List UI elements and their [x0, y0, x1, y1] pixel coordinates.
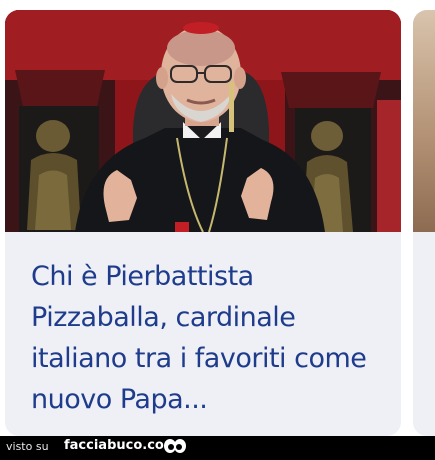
article-headline[interactable]: Chi è Pierbattista Pizzaballa, cardinale…	[31, 256, 381, 420]
article-photo[interactable]	[5, 10, 401, 232]
news-card[interactable]: Chi è Pierbattista Pizzaballa, cardinale…	[5, 10, 401, 436]
cardinal-portrait-photo	[5, 10, 401, 232]
eyes-logo-icon	[164, 439, 186, 453]
watermark-bar: visto su facciabuco.com	[0, 436, 435, 460]
site-name: facciabuco.com	[64, 438, 178, 453]
next-card-preview[interactable]	[413, 10, 435, 436]
visto-su-label: visto su	[6, 440, 49, 453]
next-card-photo	[413, 10, 435, 232]
